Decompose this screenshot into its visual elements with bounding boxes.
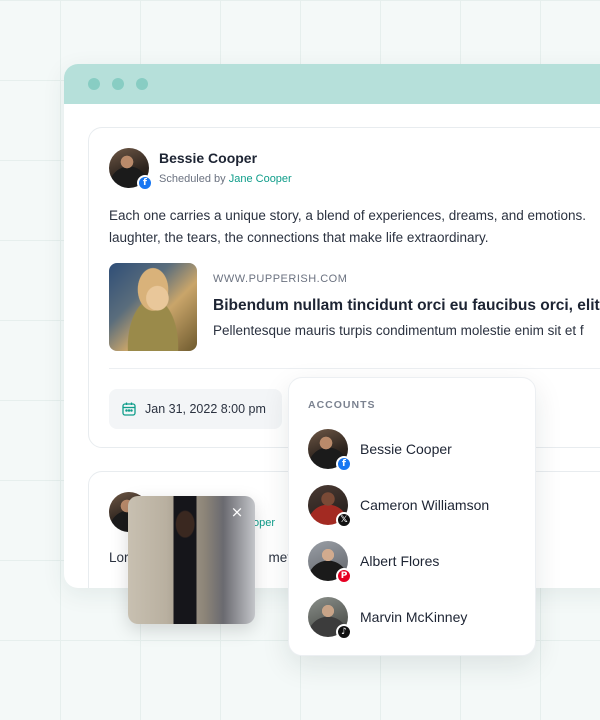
link-thumbnail [109,263,197,351]
account-name: Bessie Cooper [360,441,452,457]
account-item[interactable]: 𝕏 Cameron Williamson [308,485,528,528]
window-titlebar [64,64,600,104]
account-avatar-wrap: f [308,429,352,472]
x-icon: 𝕏 [336,512,352,528]
account-avatar-wrap: 𝕏 [308,485,352,528]
schedule-date-chip[interactable]: Jan 31, 2022 8:00 pm [109,389,282,429]
link-preview[interactable]: WWW.PUPPERISH.COM Bibendum nullam tincid… [109,263,600,351]
window-dot-close[interactable] [88,78,100,90]
scheduler-link[interactable]: Jane Cooper [229,173,292,185]
post-body: Each one carries a unique story, a blend… [109,205,600,249]
facebook-icon: f [137,175,153,191]
accounts-dropdown: ACCOUNTS f Bessie Cooper 𝕏 Cameron Willi… [288,377,536,656]
window-dot-maximize[interactable] [136,78,148,90]
link-title[interactable]: Bibendum nullam tincidunt orci eu faucib… [213,297,600,315]
accounts-heading: ACCOUNTS [308,399,376,411]
link-description: Pellentesque mauris turpis condimentum m… [213,323,584,338]
author-name[interactable]: Bessie Cooper [159,150,257,166]
schedule-date: Jan 31, 2022 8:00 pm [145,402,266,416]
calendar-icon [122,402,136,416]
account-name: Marvin McKinney [360,609,468,625]
account-item[interactable]: ♪ Marvin McKinney [308,597,528,640]
post-body-line: laughter, the tears, the connections tha… [109,230,489,245]
account-name: Cameron Williamson [360,497,490,513]
divider [109,368,600,369]
link-domain: WWW.PUPPERISH.COM [213,273,348,285]
tiktok-icon: ♪ [336,624,352,640]
post-body-line: Each one carries a unique story, a blend… [109,208,587,223]
pinterest-icon: P [336,568,352,584]
photo-preview-popup[interactable]: × [128,496,255,624]
account-avatar-wrap: P [308,541,352,584]
scheduled-by: Scheduled by Jane Cooper [159,173,292,185]
account-item[interactable]: P Albert Flores [308,541,528,584]
window-dot-minimize[interactable] [112,78,124,90]
author-avatar-wrap[interactable]: f [109,148,153,191]
account-item[interactable]: f Bessie Cooper [308,429,528,472]
account-avatar-wrap: ♪ [308,597,352,640]
account-name: Albert Flores [360,553,440,569]
scheduled-by-label: Scheduled by [159,173,229,185]
post-body-start: Lor [109,550,129,565]
facebook-icon: f [336,456,352,472]
close-icon[interactable]: × [229,504,245,520]
